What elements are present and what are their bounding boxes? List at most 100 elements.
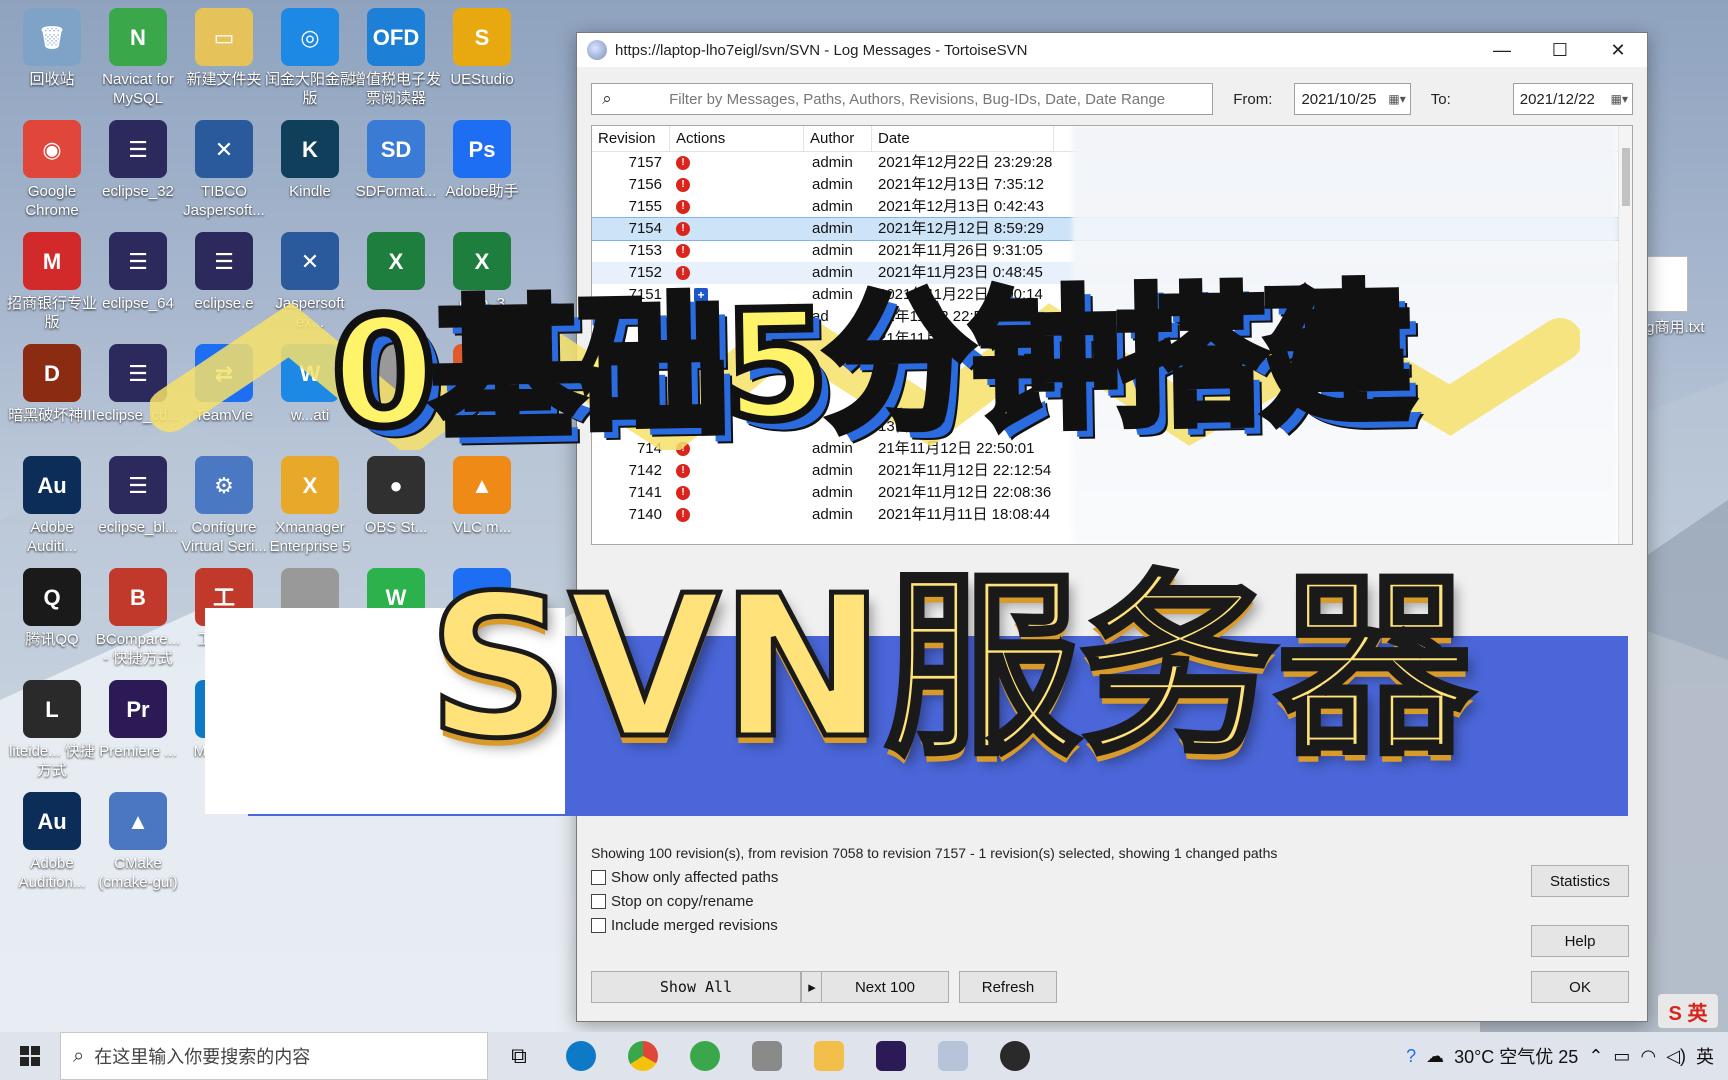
calendar-dropdown-icon[interactable]: ▦▾ [1388, 92, 1405, 106]
desktop-icon[interactable]: ⚙ Configure Virtual Seri... [176, 450, 272, 568]
windows-logo-icon [20, 1046, 40, 1066]
ie-taskbar-icon[interactable] [674, 1032, 736, 1080]
volume-icon[interactable]: ◁) [1666, 1046, 1686, 1067]
filter-placeholder: Filter by Messages, Paths, Authors, Revi… [669, 90, 1166, 108]
explorer-taskbar-icon[interactable] [798, 1032, 860, 1080]
obs-taskbar-icon[interactable] [984, 1032, 1046, 1080]
desktop-icon[interactable]: D 暗黑破坏神III [4, 338, 100, 456]
weather-tray-icon[interactable]: ☁ [1426, 1046, 1444, 1067]
col-author[interactable]: Author [804, 126, 872, 151]
desktop-icon[interactable]: N Navicat for MySQL [90, 2, 186, 120]
desktop-icon-label: Adobe Audition... [18, 855, 86, 891]
checkbox[interactable] [591, 894, 606, 909]
filter-row: ⌕ Filter by Messages, Paths, Authors, Re… [591, 83, 1633, 115]
statistics-button[interactable]: Statistics [1531, 865, 1629, 897]
chevron-up-icon[interactable]: ⌃ [1588, 1046, 1603, 1067]
col-revision[interactable]: Revision [592, 126, 670, 151]
desktop-icon[interactable]: M 招商银行专业版 [4, 226, 100, 344]
app-icon: ✕ [281, 232, 339, 290]
app-icon: B [109, 568, 167, 626]
start-button[interactable] [0, 1032, 60, 1080]
app-icon: M [23, 232, 81, 290]
to-date-picker[interactable]: 2021/12/22 ▦▾ [1512, 83, 1633, 115]
desktop-icon[interactable]: OFD 增值税电子发票阅读器 [348, 2, 444, 120]
chk-show-affected-paths[interactable]: Show only affected paths [591, 869, 778, 886]
window-titlebar[interactable]: https://laptop-lho7eigl/svn/SVN - Log Me… [577, 33, 1647, 67]
task-view-icon[interactable]: ⧉ [488, 1032, 550, 1080]
filter-input[interactable]: ⌕ Filter by Messages, Paths, Authors, Re… [591, 83, 1214, 115]
premiere-taskbar-icon[interactable] [860, 1032, 922, 1080]
app-icon: ▭ [195, 8, 253, 66]
desktop-icon[interactable]: ✕ TIBCO Jaspersoft... [176, 114, 272, 232]
checkbox[interactable] [591, 870, 606, 885]
desktop-icon[interactable]: ◎ 闰金大阳金融版 [262, 2, 358, 120]
weather-text[interactable]: 30°C 空气优 25 [1454, 1043, 1578, 1069]
tortoisesvn-taskbar-icon[interactable] [922, 1032, 984, 1080]
app-icon: ▲ [109, 792, 167, 850]
to-date-value: 2021/12/22 [1519, 90, 1595, 108]
desktop-icon[interactable]: ☰ eclipse_32 [90, 114, 186, 232]
app-icon: D [23, 344, 81, 402]
desktop-icon-label: TIBCO Jaspersoft... [183, 183, 265, 219]
close-button[interactable]: ✕ [1589, 33, 1647, 67]
modified-icon: ! [676, 156, 690, 170]
chk-include-merged[interactable]: Include merged revisions [591, 917, 778, 934]
revision-actions: ! [670, 240, 804, 262]
desktop-icon[interactable]: Au Adobe Audition... [4, 786, 100, 904]
desktop-icon[interactable]: Pr Premiere ... [90, 674, 186, 792]
desktop-icon[interactable]: Ps Adobe助手 [434, 114, 530, 232]
revision-actions: ! [670, 174, 804, 196]
maximize-button[interactable]: ☐ [1531, 33, 1589, 67]
tortoisesvn-app-icon [587, 40, 607, 60]
recorder-taskbar-icon[interactable] [736, 1032, 798, 1080]
revision-date: 2021年12月12日 8:59:29 [878, 220, 1044, 237]
desktop-icon[interactable]: Au Adobe Auditi... [4, 450, 100, 568]
col-actions[interactable]: Actions [670, 126, 804, 151]
calendar-dropdown-icon[interactable]: ▦▾ [1611, 92, 1628, 106]
app-icon: SD [367, 120, 425, 178]
desktop-icon[interactable]: Lliteide... 快捷方式 [4, 674, 100, 792]
ime-indicator[interactable]: 英 [1696, 1043, 1714, 1069]
revision-list-scrollbar[interactable] [1618, 126, 1632, 544]
desktop-icon[interactable]: B BCompare... - 快捷方式 [90, 562, 186, 680]
desktop-icon-label: UEStudio [450, 71, 514, 88]
system-tray: ? ☁ 30°C 空气优 25 ⌃ ▭ ◠ ◁) 英 [1406, 1043, 1728, 1069]
sogou-ime-badge[interactable]: S 英 [1658, 994, 1718, 1028]
revision-date: 2021年12月22日 23:29:28 [878, 154, 1053, 171]
refresh-button[interactable]: Refresh [959, 971, 1057, 1003]
wifi-icon[interactable]: ◠ [1640, 1046, 1656, 1067]
minimize-button[interactable]: — [1473, 33, 1531, 67]
show-all-button[interactable]: Show All [591, 971, 801, 1003]
app-icon: Pr [109, 680, 167, 738]
app-icon: ⚙ [195, 456, 253, 514]
battery-icon[interactable]: ▭ [1613, 1046, 1630, 1067]
col-date[interactable]: Date [872, 126, 1054, 151]
desktop-icon[interactable]: S UEStudio [434, 2, 530, 120]
next-100-button[interactable]: Next 100 [821, 971, 949, 1003]
desktop-icon-grid: 🗑 回收站 N Navicat for MySQL ▭ 新建文件夹 ◎ 闰金大阳金融版 OFD 增… [0, 0, 580, 1032]
scrollbar-thumb[interactable] [1622, 148, 1630, 206]
desktop-icon[interactable]: K Kindle [262, 114, 358, 232]
status-text: Showing 100 revision(s), from revision 7… [591, 845, 1278, 861]
revision-author: admin [812, 176, 853, 193]
edge-taskbar-icon[interactable] [550, 1032, 612, 1080]
ok-button[interactable]: OK [1531, 971, 1629, 1003]
desktop-icon[interactable]: 🗑 回收站 [4, 2, 100, 120]
desktop-icon[interactable]: ▭ 新建文件夹 [176, 2, 272, 120]
show-all-dropdown-icon[interactable]: ▸ [801, 971, 823, 1003]
desktop-icon[interactable]: ▲ CMake (cmake-gui) [90, 786, 186, 904]
revision-date: 2021年11月11日 18:08:44 [878, 506, 1051, 523]
help-button[interactable]: Help [1531, 925, 1629, 957]
from-date-picker[interactable]: 2021/10/25 ▦▾ [1294, 83, 1411, 115]
desktop-icon[interactable]: ◉ Google Chrome [4, 114, 100, 232]
search-icon: ⌕ [73, 1044, 85, 1067]
chk-stop-on-copy[interactable]: Stop on copy/rename [591, 893, 754, 910]
taskbar-search[interactable]: ⌕ 在这里输入你要搜索的内容 [60, 1032, 488, 1080]
desktop-icon[interactable]: ☰ eclipse_bl... [90, 450, 186, 568]
help-tray-icon[interactable]: ? [1406, 1046, 1416, 1067]
revision-number: 7156 [628, 176, 662, 193]
desktop-icon[interactable]: Q 腾讯QQ [4, 562, 100, 680]
chrome-taskbar-icon[interactable] [612, 1032, 674, 1080]
checkbox[interactable] [591, 918, 606, 933]
desktop-icon[interactable]: SD SDFormat... [348, 114, 444, 232]
